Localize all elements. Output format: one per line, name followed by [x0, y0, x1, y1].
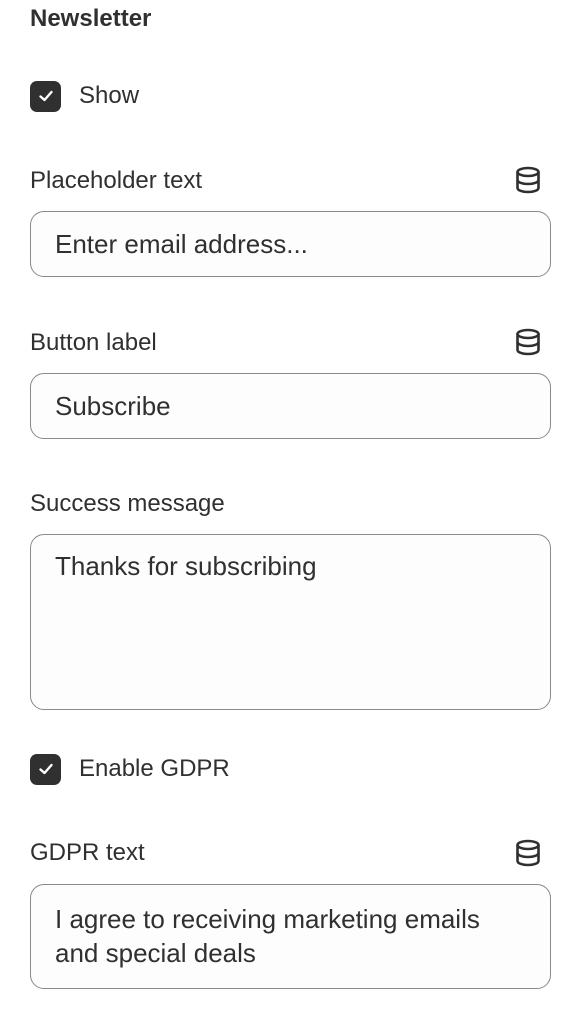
button-label-input[interactable]: [30, 373, 551, 439]
database-icon[interactable]: [515, 839, 541, 867]
success-message-textarea[interactable]: Thanks for subscribing: [30, 534, 551, 710]
gdpr-text-textarea[interactable]: I agree to receiving marketing emails an…: [30, 884, 551, 989]
checkbox-checked[interactable]: [30, 80, 61, 112]
show-checkbox-label: Show: [79, 82, 140, 109]
success-message-label: Success message: [30, 490, 225, 517]
enable-gdpr-label: Enable GDPR: [79, 755, 230, 782]
database-icon[interactable]: [515, 166, 541, 194]
enable-gdpr-checkbox[interactable]: Enable GDPR: [30, 752, 230, 786]
section-title: Newsletter: [30, 5, 152, 32]
database-icon[interactable]: [515, 328, 541, 356]
checkbox-checked[interactable]: [30, 753, 61, 785]
button-label-label: Button label: [30, 329, 157, 356]
placeholder-text-label: Placeholder text: [30, 167, 203, 194]
checkmark-icon: [38, 90, 53, 102]
show-checkbox[interactable]: Show: [30, 79, 139, 113]
gdpr-text-label: GDPR text: [30, 839, 145, 866]
placeholder-text-input[interactable]: [30, 211, 551, 277]
checkmark-icon: [38, 763, 53, 775]
